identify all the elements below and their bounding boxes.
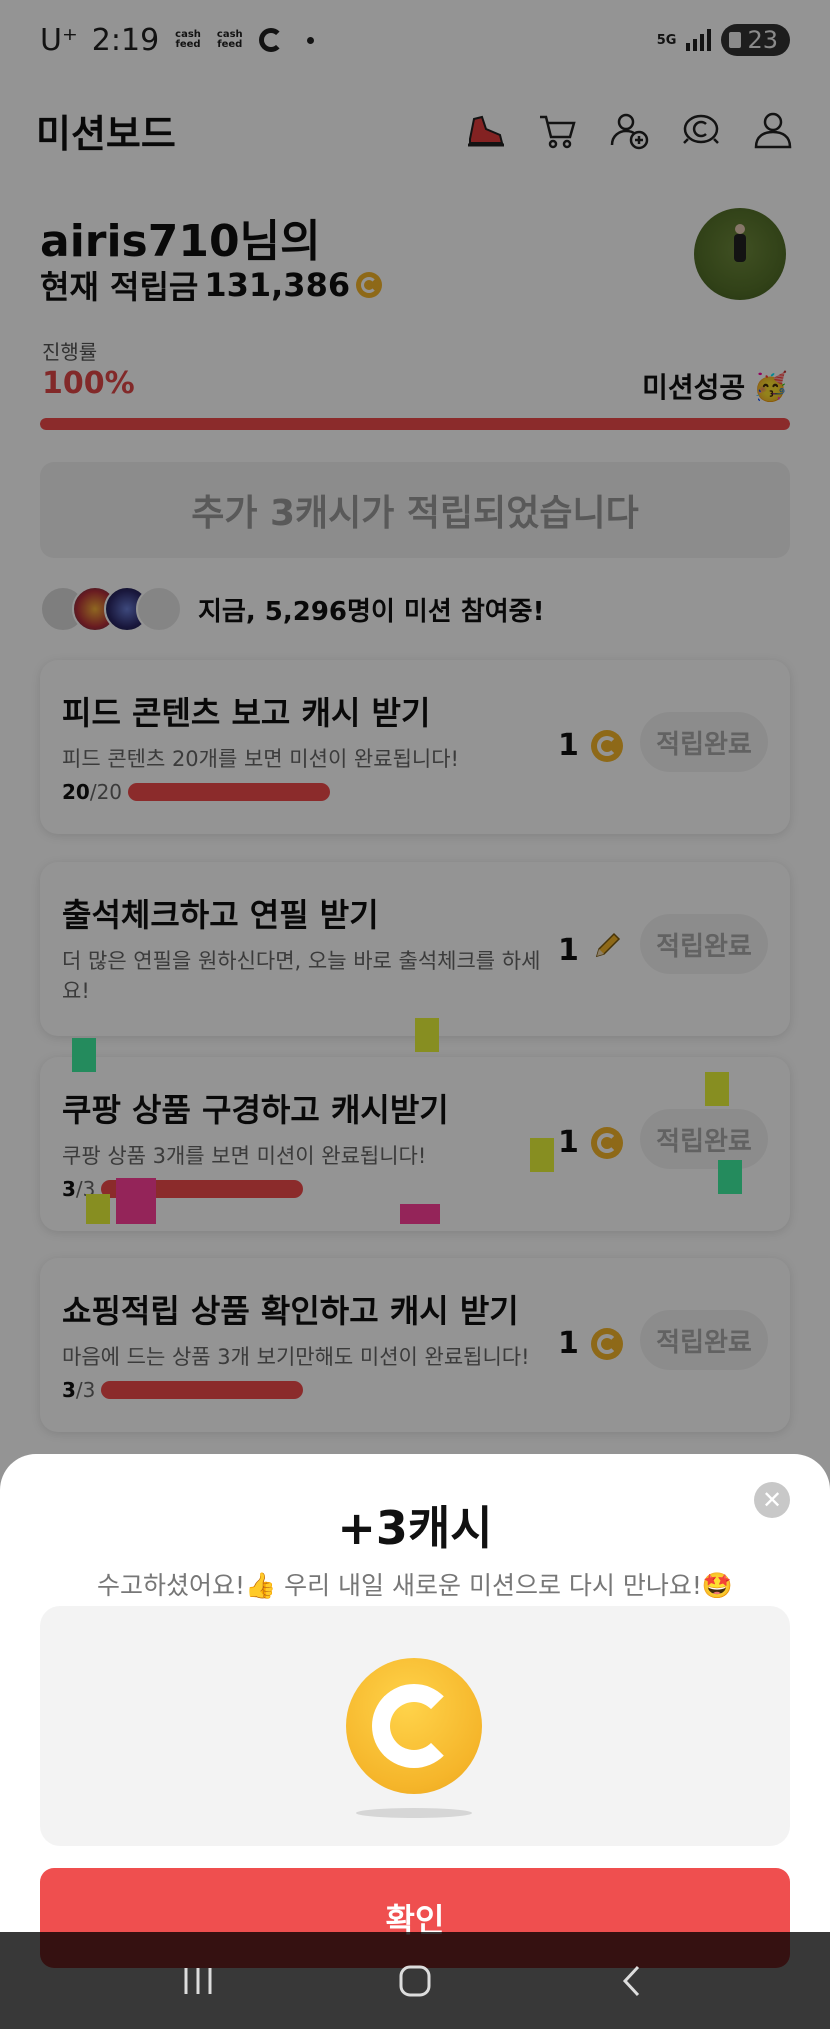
coin-shadow <box>356 1808 472 1818</box>
close-icon[interactable]: ✕ <box>754 1482 790 1518</box>
sheet-title: +3캐시 <box>337 1501 493 1555</box>
system-nav-bar <box>0 1932 830 2029</box>
home-icon[interactable] <box>385 1951 445 2011</box>
sheet-message: 수고하셨어요!👍 우리 내일 새로운 미션으로 다시 만나요!🤩 <box>97 1571 733 1600</box>
cash-coin-icon <box>346 1658 482 1794</box>
reward-coin-box <box>40 1606 790 1846</box>
recent-apps-icon[interactable] <box>168 1951 228 2011</box>
back-icon[interactable] <box>602 1951 662 2011</box>
